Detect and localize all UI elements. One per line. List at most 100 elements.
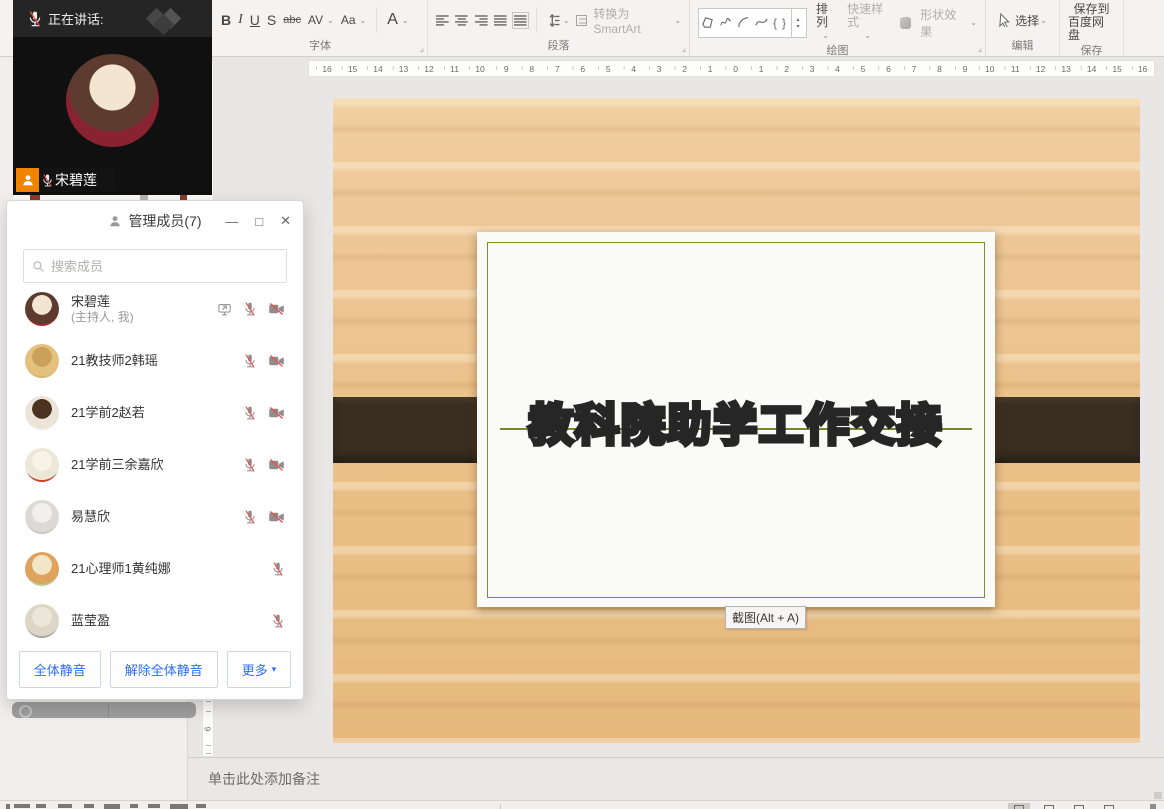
save-to-baidu-netdisk-button[interactable]: 保存到 百度网盘 [1068,3,1115,42]
smartart-icon [576,15,588,26]
share-toolbar-fragment[interactable] [12,702,196,718]
notes-scrollbar[interactable] [1154,792,1162,799]
select-button[interactable]: 选择 [1015,12,1039,29]
underline-button[interactable]: U [250,12,260,28]
chevron-down-icon[interactable]: ⌄ [327,16,334,25]
member-list-item[interactable]: 21心理师1黄纯娜 [7,543,303,595]
arrange-button[interactable]: 排列 ⌄ [816,3,838,42]
ruler-number: 12 [424,64,433,74]
editing-group-label: 编辑 [986,37,1059,56]
freeform-shape-icon[interactable] [701,16,714,29]
camera-muted-icon[interactable] [268,302,285,316]
camera-muted-icon[interactable] [268,406,285,420]
mic-muted-icon[interactable] [243,353,257,369]
convert-to-smartart-button[interactable]: 转换为 SmartArt [593,5,671,36]
screenshot-tooltip: 截图(Alt + A) [725,606,806,629]
chevron-down-icon[interactable]: ⌄ [563,16,570,25]
mic-muted-icon[interactable] [243,301,257,317]
member-list-item[interactable]: 21学前2赵若 [7,387,303,439]
view-slideshow-button[interactable] [1098,803,1120,809]
align-center-icon[interactable] [455,14,468,27]
status-clipped-fragment [14,804,30,808]
mic-muted-icon[interactable] [271,561,285,577]
chevron-down-icon[interactable]: ⌄ [402,16,409,25]
mic-muted-icon[interactable] [271,613,285,629]
screen-share-icon [217,302,232,317]
member-panel-footer-button[interactable]: 更多 ▾ [227,651,292,688]
status-clipped-fragment [104,804,120,809]
ruler-number: 8 [529,64,534,74]
camera-muted-icon[interactable] [268,458,285,472]
ruler-tick: ı [1080,65,1082,72]
camera-muted-icon[interactable] [268,354,285,368]
ruler-number: 3 [810,64,815,74]
shape-effects-button[interactable]: 形状效果 [920,6,964,40]
member-panel-footer-button[interactable]: 解除全体静音 [110,651,218,688]
chevron-down-icon[interactable]: ⌄ [360,16,367,25]
left-brace-shape-icon[interactable]: { [773,16,777,30]
font-dialog-launcher[interactable]: ⌟ [420,43,424,54]
ruler-tick: ı [469,65,471,72]
member-panel-header[interactable]: 管理成员(7) — □ ✕ [7,201,303,241]
ruler-number: 1 [708,64,713,74]
chevron-down-icon[interactable]: ⌄ [674,16,681,25]
italic-button[interactable]: I [238,12,243,28]
ruler-tick: ı [827,65,829,72]
character-spacing-button[interactable]: AV [308,13,323,27]
strikethrough-button[interactable]: abc [283,14,301,26]
bold-button[interactable]: B [221,12,231,28]
member-list-item[interactable]: 易慧欣 [7,491,303,543]
member-list-item[interactable]: 宋碧莲 (主持人, 我) [7,283,303,335]
ruler-number: 16 [1138,64,1147,74]
member-list-item[interactable]: 蓝莹盈 [7,595,303,639]
select-cursor-icon [998,13,1011,27]
right-brace-shape-icon[interactable]: } [782,16,786,30]
arc-shape-icon[interactable] [737,16,750,29]
mic-muted-icon[interactable] [243,405,257,421]
chevron-down-icon[interactable]: ⌄ [1040,16,1047,25]
ruler-tick: ı [521,65,523,72]
curve-shape-icon[interactable] [755,16,768,29]
align-left-icon[interactable] [436,14,449,27]
font-color-button[interactable]: A [387,11,398,29]
ruler-tick: ı [649,65,651,72]
speaking-label: 正在讲话: [48,9,104,28]
member-list-item[interactable]: 21教技师2韩瑶 [7,335,303,387]
presenter-video-tile[interactable]: 宋碧莲 [13,37,212,195]
view-reading-button[interactable] [1068,803,1090,809]
mic-muted-icon[interactable] [243,509,257,525]
speaking-status-bar[interactable]: 正在讲话: [13,0,212,37]
maximize-button[interactable]: □ [255,214,263,229]
notes-placeholder[interactable]: 单击此处添加备注 [188,758,1164,800]
scribble-shape-icon[interactable] [719,16,732,29]
chevron-down-icon[interactable]: ⌄ [970,18,977,27]
zoom-slider-knob[interactable] [1150,804,1156,809]
view-normal-button[interactable] [1008,803,1030,809]
justify-icon[interactable] [494,14,507,27]
shapes-gallery-more-button[interactable]: ▴▾ [791,9,804,37]
ruler-tick: ı [954,65,956,72]
slide-canvas[interactable]: 教科院助学工作交接 [333,98,1140,743]
close-button[interactable]: ✕ [280,213,291,229]
mic-muted-icon[interactable] [243,457,257,473]
line-spacing-icon[interactable] [546,14,559,27]
quick-styles-button[interactable]: 快速样式 ⌄ [847,3,891,42]
drawing-dialog-launcher[interactable]: ⌟ [978,43,982,54]
slide-ribbon-band-left [333,397,492,463]
member-search-input[interactable] [51,259,278,274]
paragraph-dialog-launcher[interactable]: ⌟ [682,43,686,54]
ruler-number: 9 [504,64,509,74]
view-slide-sorter-button[interactable] [1038,803,1060,809]
drawing-group-label: 绘图 [690,42,985,61]
text-shadow-button[interactable]: S [267,12,276,28]
ruler-number: 8 [937,64,942,74]
change-case-button[interactable]: Aa [341,13,356,27]
slide-title-text[interactable]: 教科院助学工作交接 [477,398,995,454]
member-panel-footer-button[interactable]: 全体静音 [19,651,101,688]
align-right-icon[interactable] [475,14,488,27]
minimize-button[interactable]: — [225,214,238,229]
camera-muted-icon[interactable] [268,510,285,524]
member-list-item[interactable]: 21学前三余嘉欣 [7,439,303,491]
distribute-text-icon[interactable] [514,14,527,27]
status-clipped-fragment [36,804,46,808]
